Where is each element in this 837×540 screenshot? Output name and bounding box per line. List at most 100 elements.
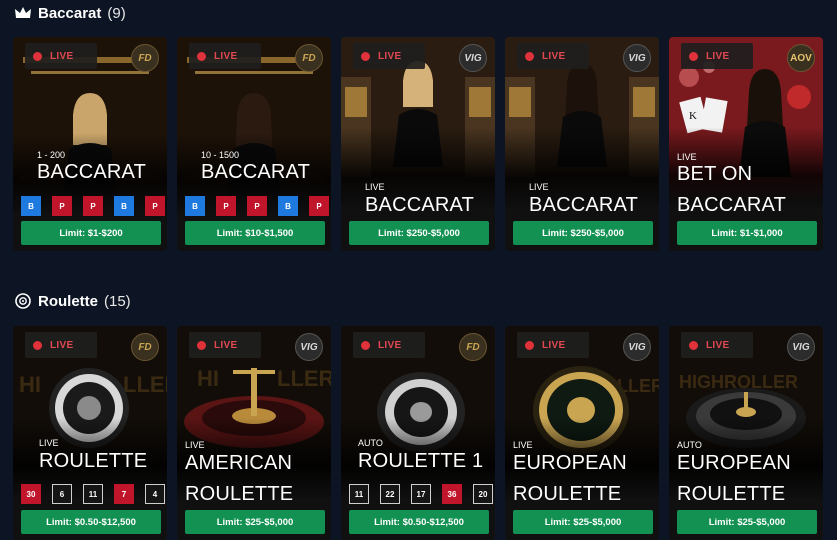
history-chip: 11 <box>349 484 369 504</box>
history-chip: 22 <box>380 484 400 504</box>
limit-button[interactable]: Limit: $250-$5,000 <box>513 221 653 245</box>
history-chip: B <box>278 196 298 216</box>
road-history: B P P B P <box>21 196 165 216</box>
live-badge: LIVE <box>189 43 261 69</box>
section-count: (9) <box>107 4 126 22</box>
game-name: ROULETTE 1 <box>358 450 484 472</box>
limit-button[interactable]: Limit: $0.50-$12,500 <box>21 510 161 534</box>
limit-button[interactable]: Limit: $25-$5,000 <box>677 510 817 534</box>
road-history: B P P B P <box>185 196 329 216</box>
limit-button[interactable]: Limit: $250-$5,000 <box>349 221 489 245</box>
history-chip: 20 <box>473 484 493 504</box>
game-card[interactable]: HI LLER LIVE VIG LIVE AMERICAN ROULETTE … <box>177 326 331 540</box>
game-card[interactable]: LIVE FD 10 - 1500 BACCARAT B P P B P Lim… <box>177 37 331 251</box>
section-header-baccarat: Baccarat (9) <box>14 3 126 23</box>
provider-logo-icon: FD <box>131 44 159 72</box>
history-chip: 6 <box>52 484 72 504</box>
game-card[interactable]: HI LLER LIVE FD LIVE ROULETTE 30 6 11 7 … <box>13 326 167 540</box>
live-label: LIVE <box>542 339 566 351</box>
live-badge: LIVE <box>353 332 425 358</box>
game-name-line1: EUROPEAN <box>513 452 627 474</box>
history-chip: P <box>52 196 72 216</box>
section-count: (15) <box>104 292 131 310</box>
svg-text:K: K <box>689 110 697 122</box>
live-badge: LIVE <box>517 332 589 358</box>
game-card[interactable]: HIGHROLLER LIVE VIG AUTO EUROPEAN ROULET… <box>669 326 823 540</box>
live-label: LIVE <box>378 339 402 351</box>
game-card[interactable]: LIVE FD 1 - 200 BACCARAT B P P B P Limit… <box>13 37 167 251</box>
game-name-line1: EUROPEAN <box>677 452 791 474</box>
game-name: BACCARAT <box>529 194 639 216</box>
history-chip: P <box>216 196 236 216</box>
live-badge: LIVE <box>353 43 425 69</box>
live-badge: LIVE <box>681 43 753 69</box>
live-badge: LIVE <box>517 43 589 69</box>
live-label: LIVE <box>50 50 74 62</box>
live-dot-icon <box>33 340 42 350</box>
provider-logo-icon: FD <box>295 44 323 72</box>
live-dot-icon <box>33 51 42 61</box>
game-tag: LIVE <box>677 152 697 162</box>
section-header-roulette: Roulette (15) <box>14 291 131 311</box>
game-tag: LIVE <box>365 182 385 192</box>
history-chip: B <box>114 196 134 216</box>
history-chip: 11 <box>83 484 103 504</box>
history-chip: 17 <box>411 484 431 504</box>
live-badge: LIVE <box>25 332 97 358</box>
game-name-line2: ROULETTE <box>513 483 622 505</box>
roulette-wheel-icon <box>14 292 32 310</box>
history-chip: P <box>83 196 103 216</box>
game-card[interactable]: LIVE FD AUTO ROULETTE 1 11 22 17 36 20 L… <box>341 326 495 540</box>
live-dot-icon <box>525 340 534 350</box>
live-label: LIVE <box>706 339 730 351</box>
history-chip: P <box>145 196 165 216</box>
section-title[interactable]: Baccarat <box>38 5 101 22</box>
history-chip: 7 <box>114 484 134 504</box>
game-card[interactable]: LIVE VIG LIVE BACCARAT Limit: $250-$5,00… <box>505 37 659 251</box>
game-card[interactable]: K LIVE AOV LIVE BET ON BACCARAT Limit: $… <box>669 37 823 251</box>
live-badge: LIVE <box>681 332 753 358</box>
baccarat-games-grid: LIVE FD 1 - 200 BACCARAT B P P B P Limit… <box>13 37 823 251</box>
limit-button[interactable]: Limit: $25-$5,000 <box>185 510 325 534</box>
provider-logo-icon: VIG <box>623 333 651 361</box>
limit-button[interactable]: Limit: $1-$200 <box>21 221 161 245</box>
live-label: LIVE <box>214 339 238 351</box>
game-name-line2: ROULETTE <box>677 483 786 505</box>
table-limits-text: 10 - 1500 <box>201 150 240 160</box>
history-chip: P <box>247 196 267 216</box>
provider-logo-icon: VIG <box>295 333 323 361</box>
game-name-line1: AMERICAN <box>185 452 293 474</box>
live-dot-icon <box>689 51 698 61</box>
live-label: LIVE <box>706 50 730 62</box>
live-badge: LIVE <box>189 332 261 358</box>
game-tag: LIVE <box>39 438 59 448</box>
limit-button[interactable]: Limit: $25-$5,000 <box>513 510 653 534</box>
crown-icon <box>14 4 32 22</box>
game-card[interactable]: LIVE VIG LIVE BACCARAT Limit: $250-$5,00… <box>341 37 495 251</box>
provider-logo-icon: VIG <box>787 333 815 361</box>
game-card[interactable]: LLER LIVE VIG LIVE EUROPEAN ROULETTE Lim… <box>505 326 659 540</box>
limit-button[interactable]: Limit: $1-$1,000 <box>677 221 817 245</box>
game-name-line2: BACCARAT <box>677 194 787 216</box>
live-label: LIVE <box>214 50 238 62</box>
section-title[interactable]: Roulette <box>38 293 98 310</box>
game-name-line1: BET ON <box>677 163 753 185</box>
live-dot-icon <box>361 51 370 61</box>
live-label: LIVE <box>378 50 402 62</box>
provider-logo-icon: VIG <box>459 44 487 72</box>
svg-text:HI: HI <box>197 366 219 391</box>
history-chip: B <box>185 196 205 216</box>
game-name-line2: ROULETTE <box>185 483 294 505</box>
live-dot-icon <box>197 340 206 350</box>
game-name: BACCARAT <box>201 161 311 183</box>
limit-button[interactable]: Limit: $0.50-$12,500 <box>349 510 489 534</box>
game-tag: LIVE <box>513 440 533 450</box>
game-name: BACCARAT <box>365 194 475 216</box>
live-dot-icon <box>361 340 370 350</box>
live-badge: LIVE <box>25 43 97 69</box>
number-history: 11 22 17 36 20 <box>349 484 493 504</box>
limit-button[interactable]: Limit: $10-$1,500 <box>185 221 325 245</box>
provider-logo-icon: FD <box>131 333 159 361</box>
history-chip: 30 <box>21 484 41 504</box>
live-label: LIVE <box>542 50 566 62</box>
